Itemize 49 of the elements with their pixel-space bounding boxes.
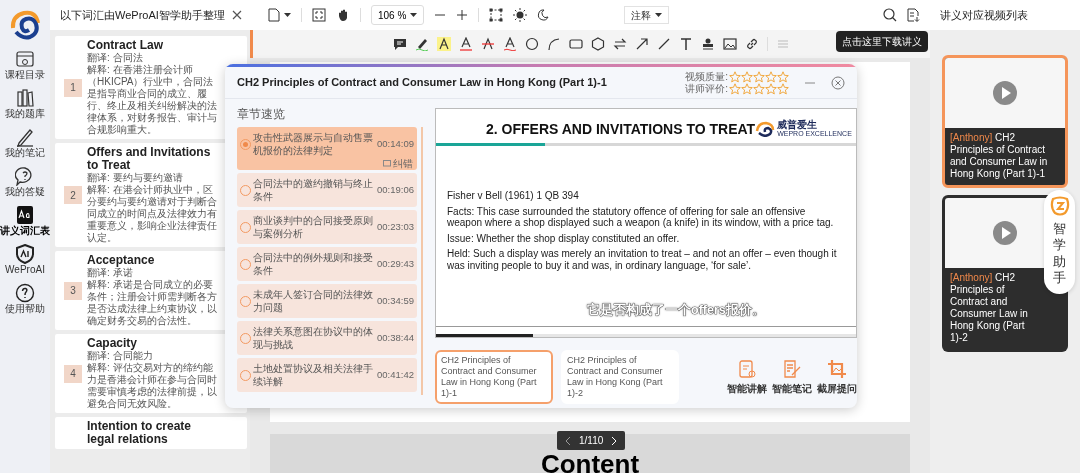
- rating-label: 视频质量:: [685, 70, 728, 83]
- rating-label: 讲师评价:: [685, 82, 728, 95]
- translation-text: 翻译: 合同法: [87, 52, 144, 64]
- page-heading: Content: [540, 451, 640, 473]
- chapter-title: 合同法中的邀约撤销与终止条件: [253, 177, 374, 203]
- term-title: Intention to create legal relations: [87, 420, 192, 446]
- panel-title: 以下词汇由WeProAI智学助手整理: [60, 7, 225, 23]
- term-title: Offers and Invitations to Treat: [87, 146, 212, 172]
- number-label: 1: [64, 78, 82, 97]
- number-label: 4: [64, 364, 82, 383]
- panel-title: 讲义对应视频列表: [940, 7, 1028, 23]
- term-title: Acceptance: [87, 254, 156, 267]
- explanation-text: 解释: 在港会计师执业中，区分要约与要约邀请对于判断合同成立的时间点及法律效力有重要意义，影响企业法律责任认定。: [87, 184, 218, 244]
- section-heading: 章节速览: [237, 106, 286, 123]
- page-number: 1/110: [579, 434, 604, 448]
- slide-paragraph: Held: Such a display was merely an invitation to treat – and not an offer – even though it was inviting people to buy it and was, in ordinary language, ‘for sale’.: [447, 248, 838, 271]
- timestamp: 00:41:42: [377, 367, 414, 382]
- explanation-text: 解释: 承诺是合同成立的必要条件；注册会计师需判断各方是否达成法律上约束协议，以确定财务交易的合法性。: [87, 279, 218, 327]
- slide-paragraph: Fisher v Bell (1961) 1 QB 394: [447, 190, 580, 202]
- brand-name: 威普爱生: [777, 120, 819, 130]
- chapter-title: 合同法中的例外规则和接受条件: [253, 251, 374, 277]
- explanation-text: 解释: 评估交易对方的缔约能力是香港会计师在参与合同时需要审慎考虑的法律前提，以避免合同无效风险。: [87, 362, 218, 410]
- translation-text: 翻译: 合同能力: [87, 350, 154, 362]
- translation-text: 翻译: 承诺: [87, 267, 133, 279]
- subtitle-text: 它是否构成了一个offers报价。: [585, 301, 766, 320]
- number-label: 3: [64, 281, 82, 300]
- chapter-title: 商业谈判中的合同接受原则与案例分析: [253, 214, 374, 240]
- term-title: Capacity: [87, 337, 138, 350]
- number-label: 2: [64, 186, 82, 204]
- explanation-text: 解释: 在香港注册会计师（HKICPA）行业中，合同法是指导商业合同的成立、履行、终止及相关纠纷解决的法律体系，对财务报告、审计与合规影响重大。: [87, 64, 218, 136]
- timestamp: 00:23:03: [377, 219, 414, 234]
- chapter-title: 未成年人签订合同的法律效力问题: [253, 288, 374, 314]
- translation-text: 翻译: 要约与要约邀请: [87, 172, 184, 184]
- timestamp: 00:34:59: [377, 293, 414, 308]
- slide-paragraph: Facts: This case surrounded the statutory offence of offering for sale an offensive weapon where a shop displayed such a weapon (a knife) in its window, with a price tag.: [447, 205, 835, 229]
- timestamp: 00:14:09: [377, 136, 414, 151]
- chapter-title: 土地处置协议及相关法律手续详解: [253, 362, 374, 388]
- video-title: [Anthony] CH2 Principles of Contract and Consumer Law in Hong Kong (Part 1)-1: [949, 131, 1049, 181]
- dialog-title: CH2 Principles of Contract and Consumer Law in Hong Kong (Part 1)-1: [237, 75, 608, 91]
- chapter-title: 攻击性武器展示与自动售票机报价的法律判定: [253, 131, 374, 157]
- timestamp: 00:19:06: [377, 182, 414, 197]
- term-title: Contract Law: [87, 39, 164, 52]
- timestamp: 00:29:43: [377, 256, 414, 271]
- video-title: [Anthony] CH2 Principles of Contract and Consumer Law in Hong Kong (Part 1)-2: [949, 271, 1029, 345]
- timestamp: 00:38:44: [377, 330, 414, 345]
- chapter-title: 法律关系意图在协议中的体现与挑战: [253, 325, 374, 351]
- slide-paragraph: Issue: Whether the shop display constituted an offer.: [447, 232, 681, 244]
- tooltip: 点击这里下载讲义: [836, 31, 928, 52]
- slide-heading: 2. OFFERS AND INVITATIONS TO TREAT: [486, 119, 756, 139]
